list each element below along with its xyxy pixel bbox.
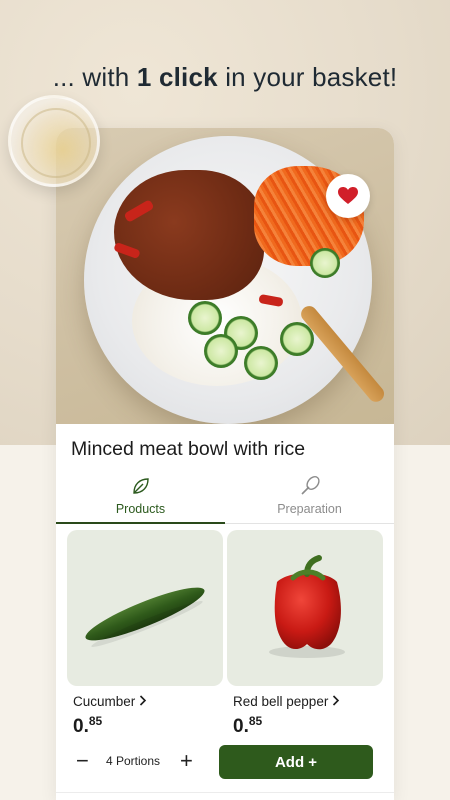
increase-portions-button[interactable]: +	[180, 750, 193, 772]
bowl-image	[84, 136, 372, 424]
drink-glass-image	[8, 95, 100, 187]
favorite-button[interactable]	[326, 174, 370, 218]
heart-icon	[338, 187, 358, 204]
portions-label: 4 Portions	[106, 754, 161, 768]
cucumber-image	[67, 530, 223, 686]
chevron-right-icon	[333, 695, 340, 706]
recipe-hero-image	[56, 128, 394, 424]
tab-products[interactable]: Products	[56, 472, 225, 524]
divider	[56, 792, 394, 793]
chevron-right-icon	[140, 695, 147, 706]
recipe-title: Minced meat bowl with rice	[71, 438, 306, 460]
promo-headline: ... with 1 click in your basket!	[0, 62, 450, 93]
product-name[interactable]: Red bell pepper	[233, 694, 340, 709]
headline-emphasis: 1 click	[136, 62, 218, 92]
product-name[interactable]: Cucumber	[73, 694, 147, 709]
tab-products-label: Products	[115, 502, 166, 516]
product-price: 0.85	[233, 714, 263, 737]
headline-prefix: ... with	[52, 62, 137, 92]
product-card[interactable]: Red bell pepper 0.85	[227, 530, 385, 737]
decrease-portions-button[interactable]: −	[76, 750, 89, 772]
recipe-tabs: Products Preparation	[56, 472, 394, 524]
recipe-card: Minced meat bowl with rice Products Prep…	[56, 128, 394, 800]
tab-preparation-label: Preparation	[277, 502, 342, 516]
tab-preparation[interactable]: Preparation	[225, 472, 394, 524]
portions-stepper: − 4 Portions +	[70, 750, 200, 774]
whisk-icon	[301, 476, 320, 495]
product-card[interactable]: Cucumber 0.85	[67, 530, 225, 737]
red-bell-pepper-image	[227, 530, 383, 686]
headline-suffix: in your basket!	[217, 62, 398, 92]
add-to-basket-button[interactable]: Add +	[219, 745, 373, 779]
leaf-icon	[133, 478, 149, 494]
product-price: 0.85	[73, 714, 103, 737]
